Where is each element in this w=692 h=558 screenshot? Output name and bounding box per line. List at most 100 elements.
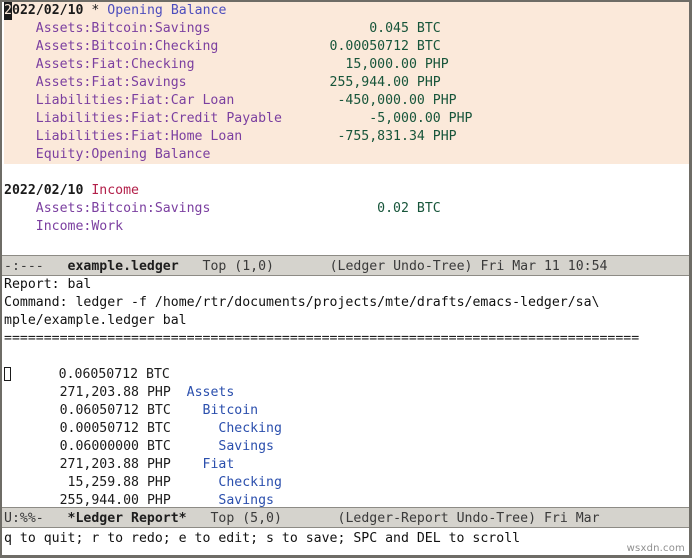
ledger-modeline[interactable]: -:--- example.ledger Top (1,0) (Ledger U…	[2, 255, 689, 276]
report-commodity: PHP	[146, 457, 171, 472]
report-space	[139, 457, 147, 472]
posting-row[interactable]: Liabilities:Fiat:Car Loan -450,000.00 PH…	[4, 92, 689, 110]
ledger-source-window[interactable]: 2022/02/10 * Opening Balance Assets:Bitc…	[2, 2, 689, 255]
report-account: Savings	[218, 439, 274, 454]
posting-row[interactable]: Assets:Bitcoin:Checking 0.00050712 BTC	[4, 38, 689, 56]
command-label: Command:	[4, 295, 68, 310]
echo-area[interactable]: q to quit; r to redo; e to edit; s to sa…	[2, 528, 689, 550]
report-space	[139, 439, 147, 454]
echo-message: q to quit; r to redo; e to edit; s to sa…	[4, 531, 521, 546]
posting-account: Assets:Bitcoin:Savings	[35, 21, 211, 36]
posting-amount: 0.045	[369, 21, 409, 36]
report-gap	[4, 421, 60, 436]
report-commodity: PHP	[146, 475, 171, 490]
posting-amount: 15,000.00	[345, 57, 417, 72]
report-account: Assets	[186, 385, 235, 400]
posting-commodity	[425, 93, 433, 108]
posting-amount: -450,000.00	[337, 93, 425, 108]
posting-gap	[210, 201, 377, 216]
posting-commodity-code: BTC	[416, 39, 441, 54]
posting-commodity	[409, 21, 417, 36]
posting-account: Liabilities:Fiat:Credit Payable	[35, 111, 282, 126]
posting-row[interactable]: Assets:Fiat:Savings 255,944.00 PHP	[4, 74, 689, 92]
posting-account: Assets:Fiat:Checking	[35, 57, 195, 72]
report-value: bal	[67, 277, 92, 292]
report-gap	[4, 475, 68, 490]
posting-account: Liabilities:Fiat:Home Loan	[35, 129, 243, 144]
posting-commodity	[409, 39, 417, 54]
emacs-frame: 2022/02/10 * Opening Balance Assets:Bitc…	[0, 0, 692, 558]
posting-indent	[4, 21, 36, 36]
cleared-marker: *	[83, 3, 108, 18]
report-amount: 15,259.88	[67, 475, 139, 490]
watermark: wsxdn.com	[626, 543, 685, 554]
modeline-spacer	[44, 259, 68, 274]
posting-account: Assets:Fiat:Savings	[35, 75, 187, 90]
report-gap2	[171, 439, 219, 454]
posting-commodity-code: PHP	[432, 93, 457, 108]
posting-amount: -755,831.34	[337, 129, 425, 144]
modeline-spacer	[179, 259, 203, 274]
modeline-line-column: (5,0)	[242, 511, 282, 526]
posting-account: Assets:Bitcoin:Savings	[35, 201, 211, 216]
report-row[interactable]: 0.00050712 BTC Checking	[4, 420, 689, 438]
report-space	[139, 385, 147, 400]
report-commodity: BTC	[146, 403, 171, 418]
modeline-position: Top	[210, 511, 235, 526]
report-row[interactable]: 0.06000000 BTC Savings	[4, 438, 689, 456]
report-amount: 271,203.88	[59, 457, 139, 472]
posting-account: Equity:Opening Balance	[35, 147, 211, 162]
point-cursor: 2	[4, 2, 12, 20]
report-amount: 271,203.88	[59, 385, 139, 400]
report-gap2	[171, 475, 219, 490]
modeline-buffer-name: *Ledger Report*	[67, 511, 187, 526]
posting-account: Income:Work	[35, 219, 124, 234]
report-row[interactable]: 271,203.88 PHP Fiat	[4, 456, 689, 474]
posting-indent	[4, 201, 36, 216]
transaction-header-row[interactable]: 2022/02/10 Income	[4, 182, 689, 200]
posting-account: Liabilities:Fiat:Car Loan	[35, 93, 235, 108]
report-command-continuation-row: mple/example.ledger bal	[4, 312, 689, 330]
posting-indent	[4, 147, 36, 162]
report-row[interactable]: 271,203.88 PHP Assets	[4, 384, 689, 402]
posting-row[interactable]: Assets:Bitcoin:Savings 0.045 BTC	[4, 20, 689, 38]
posting-indent	[4, 39, 36, 54]
posting-row[interactable]: Assets:Fiat:Checking 15,000.00 PHP	[4, 56, 689, 74]
posting-row[interactable]: Income:Work	[4, 218, 689, 236]
posting-commodity-code: BTC	[416, 21, 441, 36]
report-amount: 0.00050712	[59, 421, 139, 436]
ledger-report-modeline[interactable]: U:%%- *Ledger Report* Top (5,0) (Ledger-…	[2, 507, 689, 528]
posting-row[interactable]: Liabilities:Fiat:Credit Payable -5,000.0…	[4, 110, 689, 128]
transaction-income[interactable]: 2022/02/10 Income Assets:Bitcoin:Savings…	[4, 182, 689, 236]
report-amount: 0.06050712	[59, 403, 139, 418]
report-gap2	[171, 493, 219, 507]
report-name-row: Report: bal	[4, 276, 689, 294]
report-label: Report:	[4, 277, 60, 292]
report-row[interactable]: 0.06050712 BTC	[4, 366, 689, 384]
report-row[interactable]: 15,259.88 PHP Checking	[4, 474, 689, 492]
report-gap2	[171, 457, 203, 472]
transaction-header-row[interactable]: 2022/02/10 * Opening Balance	[4, 2, 689, 20]
posting-commodity-code: PHP	[424, 57, 449, 72]
posting-commodity	[425, 129, 433, 144]
posting-row[interactable]: Liabilities:Fiat:Home Loan -755,831.34 P…	[4, 128, 689, 146]
report-row[interactable]: 0.06050712 BTC Bitcoin	[4, 402, 689, 420]
posting-row[interactable]: Equity:Opening Balance	[4, 146, 689, 164]
posting-commodity-code: BTC	[416, 201, 441, 216]
posting-amount: 255,944.00	[329, 75, 409, 90]
transaction-date: 022/02/10	[12, 3, 84, 18]
report-space	[139, 493, 147, 507]
modeline-clock: Fri Mar	[543, 511, 600, 526]
transaction-opening-balance[interactable]: 2022/02/10 * Opening Balance Assets:Bitc…	[4, 2, 689, 164]
posting-gap	[282, 111, 369, 126]
report-row[interactable]: 255,944.00 PHP Savings	[4, 492, 689, 507]
modeline-spacer	[187, 511, 211, 526]
report-gap	[4, 457, 60, 472]
posting-row[interactable]: Assets:Bitcoin:Savings 0.02 BTC	[4, 200, 689, 218]
ledger-report-window[interactable]: Report: bal Command: ledger -f /home/rtr…	[2, 276, 689, 507]
report-account: Savings	[218, 493, 274, 507]
modeline-position: Top	[202, 259, 227, 274]
report-command-row: Command: ledger -f /home/rtr/documents/p…	[4, 294, 689, 312]
report-gap	[11, 367, 59, 382]
report-gap2	[171, 421, 219, 436]
